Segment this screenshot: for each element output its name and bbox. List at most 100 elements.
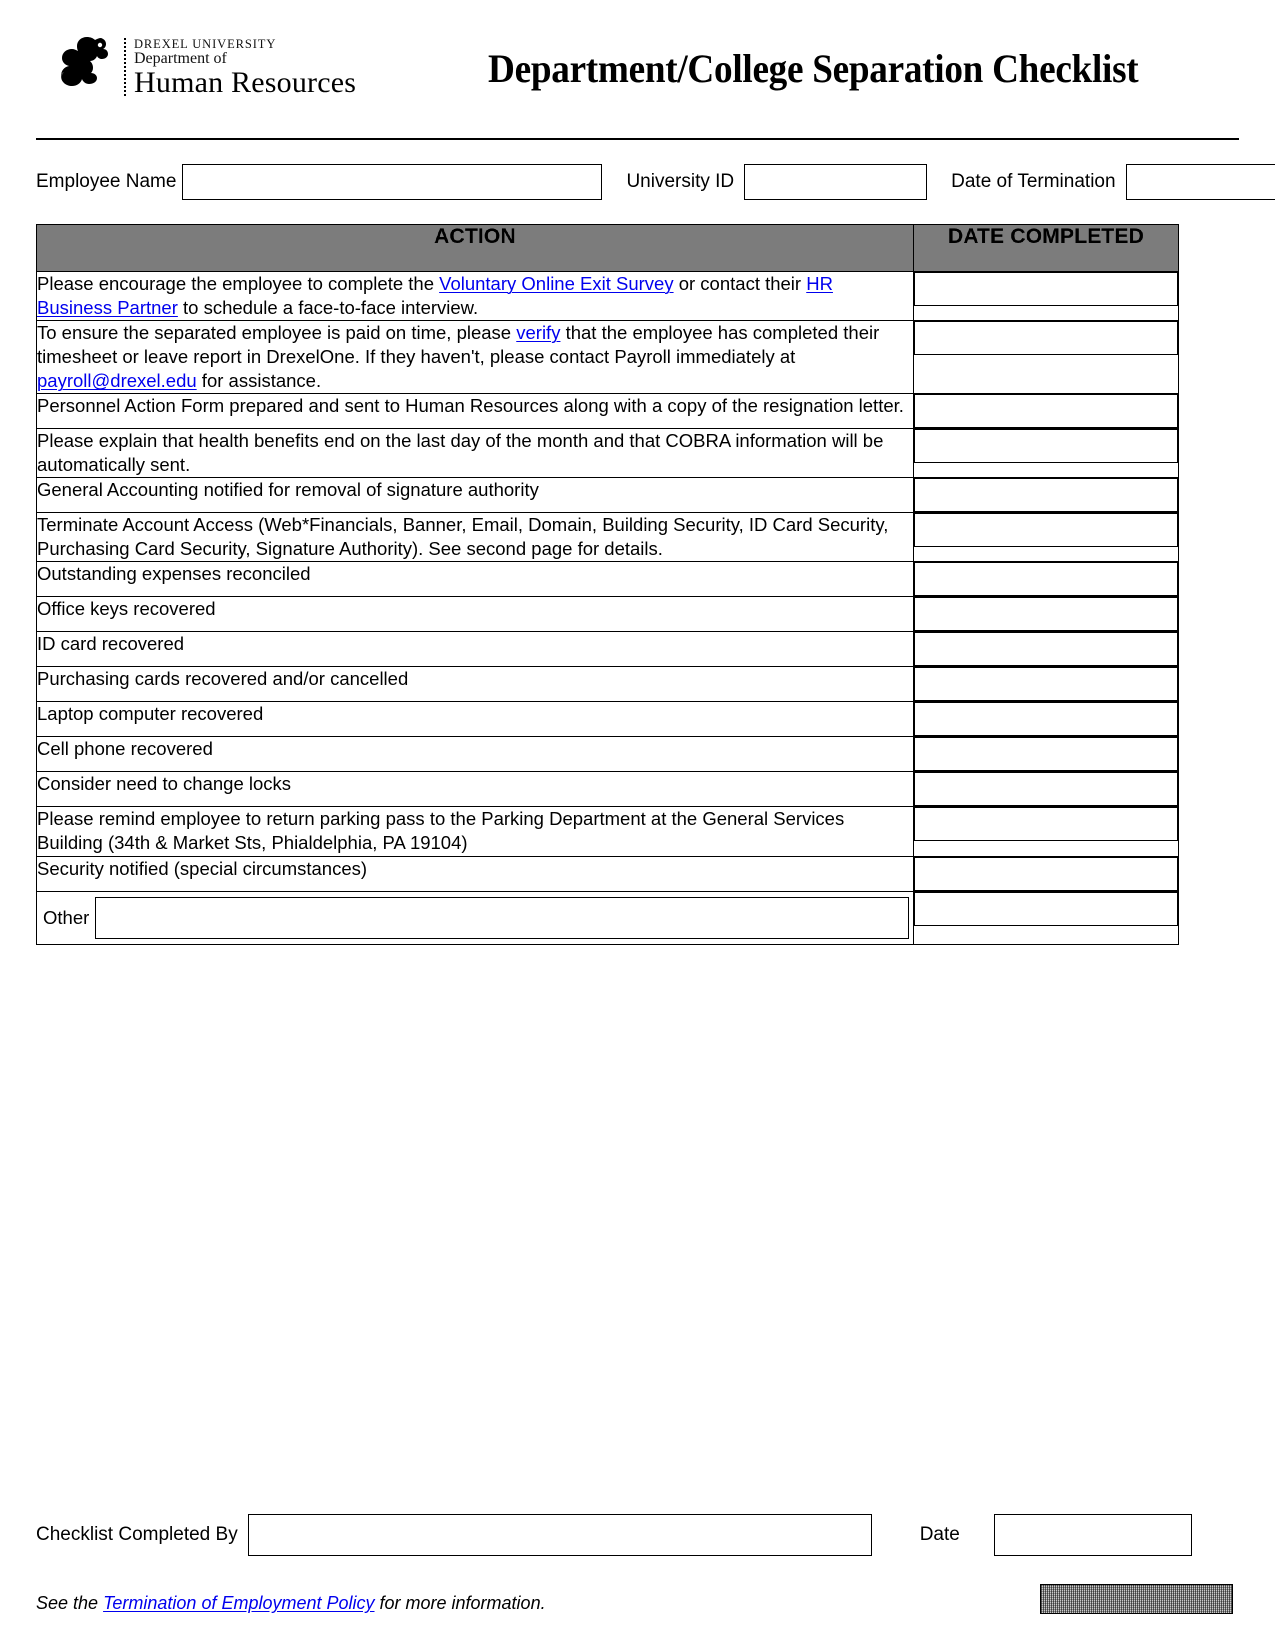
table-row: Personnel Action Form prepared and sent …	[36, 393, 1179, 430]
action-text: Please encourage the employee to complet…	[37, 273, 440, 294]
table-row: Outstanding expenses reconciled	[36, 561, 1179, 598]
table-row: Security notified (special circumstances…	[36, 855, 1179, 892]
action-text: Purchasing cards recovered and/or cancel…	[37, 668, 409, 690]
drexel-dragon-logo-icon	[44, 32, 122, 104]
university-id-input[interactable]	[744, 164, 928, 200]
action-cell-timesheet-payroll: To ensure the separated employee is paid…	[36, 320, 914, 395]
table-row: Laptop computer recovered	[36, 701, 1179, 738]
logo-wordmark: DREXEL UNIVERSITY Department of Human Re…	[134, 36, 356, 99]
date-completed-input-other[interactable]	[914, 891, 1178, 926]
print-form-button[interactable]	[1040, 1584, 1233, 1614]
action-text: Cell phone recovered	[37, 738, 213, 760]
employee-info-row: Employee Name University ID Date of Term…	[36, 162, 1275, 202]
action-cell-exit-survey: Please encourage the employee to complet…	[36, 270, 914, 322]
footer-note-suffix: for more information.	[374, 1593, 546, 1613]
date-cell-health-benefits-cobra	[913, 428, 1179, 479]
termination-policy-link[interactable]: Termination of Employment Policy	[103, 1593, 374, 1613]
date-of-termination-input[interactable]	[1125, 164, 1275, 200]
page-title: Department/College Separation Checklist	[488, 45, 1139, 91]
action-cell-general-accounting: General Accounting notified for removal …	[36, 477, 914, 514]
employee-name-input[interactable]	[182, 164, 603, 200]
action-cell-other: Other	[36, 890, 914, 945]
checklist-completed-by-input[interactable]	[247, 1514, 872, 1556]
logo-divider-rule	[124, 38, 126, 98]
date-completed-input-cell-phone[interactable]	[914, 737, 1178, 772]
action-cell-terminate-account-access: Terminate Account Access (Web*Financials…	[36, 512, 914, 563]
header-divider	[36, 138, 1239, 140]
action-text: or contact their	[673, 273, 807, 294]
date-of-termination-label: Date of Termination	[951, 171, 1116, 192]
table-row: Please explain that health benefits end …	[36, 428, 1179, 479]
table-row: Office keys recovered	[36, 596, 1179, 633]
date-cell-exit-survey	[913, 270, 1179, 322]
column-header-date-completed: DATE COMPLETED	[913, 224, 1179, 272]
date-cell-security-notified	[913, 855, 1179, 892]
action-cell-cell-phone: Cell phone recovered	[36, 736, 914, 773]
date-cell-personnel-action-form	[913, 393, 1179, 430]
checklist-completed-by-label: Checklist Completed By	[36, 1524, 238, 1545]
action-cell-change-locks: Consider need to change locks	[36, 771, 914, 808]
date-cell-cell-phone	[913, 736, 1179, 773]
action-text: Consider need to change locks	[37, 773, 292, 795]
separation-checklist-table: ACTION DATE COMPLETED Please encourage t…	[36, 224, 1179, 945]
separation-checklist-page: DREXEL UNIVERSITY Department of Human Re…	[0, 0, 1275, 1650]
completed-by-row: Checklist Completed By Date	[36, 1514, 1239, 1556]
table-row: ID card recovered	[36, 631, 1179, 668]
table-row: General Accounting notified for removal …	[36, 477, 1179, 514]
date-completed-input-id-card[interactable]	[914, 632, 1178, 667]
action-link[interactable]: verify	[516, 322, 560, 343]
date-cell-parking-pass	[913, 806, 1179, 857]
table-row: Terminate Account Access (Web*Financials…	[36, 512, 1179, 563]
action-text: Outstanding expenses reconciled	[37, 563, 311, 585]
action-text: to schedule a face-to-face interview.	[177, 297, 479, 319]
action-cell-security-notified: Security notified (special circumstances…	[36, 855, 914, 892]
date-cell-change-locks	[913, 771, 1179, 808]
table-row: Consider need to change locks	[36, 771, 1179, 808]
action-link[interactable]: Voluntary Online Exit Survey	[439, 273, 673, 294]
date-completed-input-general-accounting[interactable]	[914, 478, 1178, 513]
date-cell-purchasing-cards	[913, 666, 1179, 703]
action-text: To ensure the separated employee is paid…	[37, 322, 517, 344]
action-cell-expenses-reconciled: Outstanding expenses reconciled	[36, 561, 914, 598]
action-cell-parking-pass: Please remind employee to return parking…	[36, 806, 914, 857]
date-cell-terminate-account-access	[913, 512, 1179, 563]
date-completed-input-personnel-action-form[interactable]	[914, 394, 1178, 429]
action-text: Laptop computer recovered	[37, 703, 264, 725]
date-cell-laptop	[913, 701, 1179, 738]
other-input[interactable]	[95, 896, 909, 939]
footer-date-label: Date	[919, 1524, 960, 1545]
university-id-label: University ID	[626, 171, 735, 192]
table-row: Please remind employee to return parking…	[36, 806, 1179, 857]
table-row: Please encourage the employee to complet…	[36, 270, 1179, 322]
date-completed-input-purchasing-cards[interactable]	[914, 667, 1178, 702]
action-text: Please explain that health benefits end …	[37, 430, 884, 476]
action-cell-id-card: ID card recovered	[36, 631, 914, 668]
action-link[interactable]: payroll@drexel.edu	[37, 370, 197, 391]
drexel-hr-logo: DREXEL UNIVERSITY Department of Human Re…	[32, 32, 389, 104]
date-completed-input-expenses-reconciled[interactable]	[914, 562, 1178, 597]
date-completed-input-change-locks[interactable]	[914, 772, 1178, 807]
date-cell-id-card	[913, 631, 1179, 668]
date-completed-input-health-benefits-cobra[interactable]	[914, 429, 1178, 464]
date-completed-input-office-keys[interactable]	[914, 597, 1178, 632]
other-label: Other	[43, 906, 90, 928]
table-row-other: Other	[36, 890, 1179, 945]
date-completed-input-parking-pass[interactable]	[914, 807, 1178, 842]
date-completed-input-laptop[interactable]	[914, 702, 1178, 737]
footer-note-row: See the Termination of Employment Policy…	[36, 1584, 1239, 1614]
logo-line-university: DREXEL UNIVERSITY	[134, 36, 277, 51]
action-cell-laptop: Laptop computer recovered	[36, 701, 914, 738]
table-row: Cell phone recovered	[36, 736, 1179, 773]
footer-date-input[interactable]	[993, 1514, 1192, 1556]
date-completed-input-timesheet-payroll[interactable]	[914, 321, 1178, 356]
date-completed-input-security-notified[interactable]	[914, 856, 1178, 891]
date-completed-input-terminate-account-access[interactable]	[914, 513, 1178, 548]
date-cell-general-accounting	[913, 477, 1179, 514]
action-cell-purchasing-cards: Purchasing cards recovered and/or cancel…	[36, 666, 914, 703]
action-cell-personnel-action-form: Personnel Action Form prepared and sent …	[36, 393, 914, 430]
table-row: Purchasing cards recovered and/or cancel…	[36, 666, 1179, 703]
date-completed-input-exit-survey[interactable]	[914, 272, 1178, 306]
action-text: Personnel Action Form prepared and sent …	[37, 395, 904, 417]
table-header-row: ACTION DATE COMPLETED	[36, 224, 1179, 272]
action-text: General Accounting notified for removal …	[37, 479, 539, 501]
